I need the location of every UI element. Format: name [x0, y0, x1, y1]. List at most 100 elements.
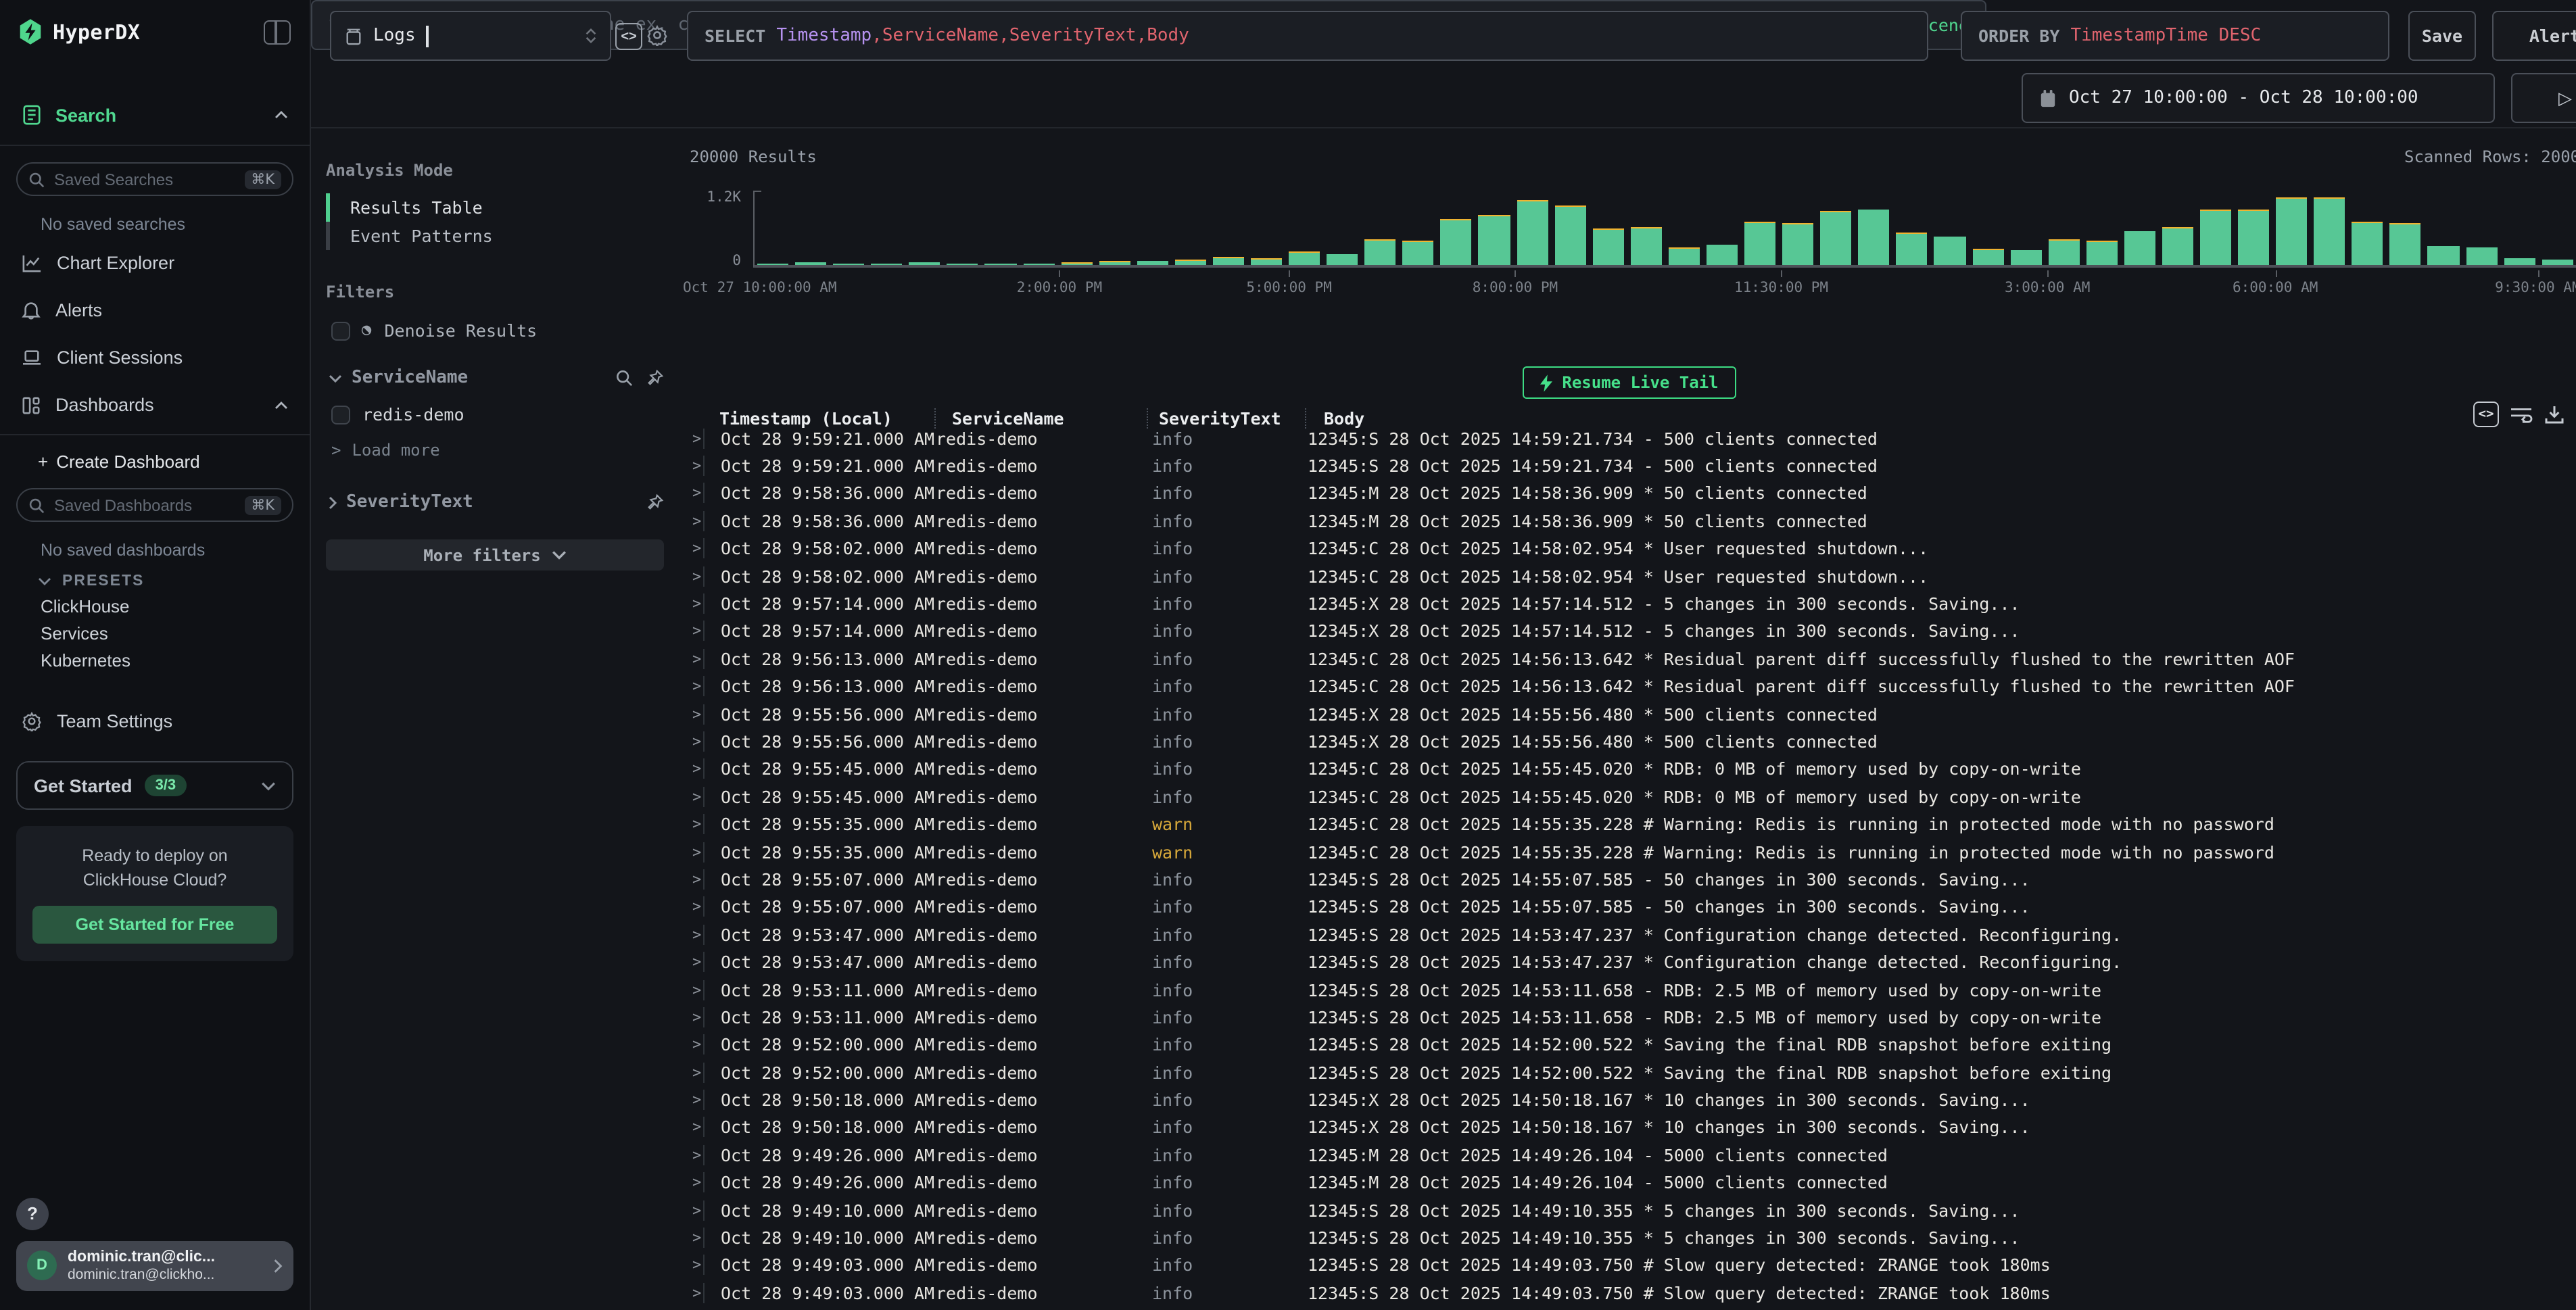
sidebar-item-search[interactable]: Search [0, 96, 310, 134]
histogram-bar[interactable] [1897, 191, 1928, 265]
row-expand-icon[interactable]: > [683, 457, 700, 475]
histogram-bar[interactable] [2200, 191, 2231, 265]
sidebar-item-alerts[interactable]: Alerts [0, 292, 310, 329]
table-row[interactable]: >Oct 28 9:52:00.000 AMredis-demoinfo1234… [683, 1031, 2576, 1059]
histogram-bar[interactable] [2542, 191, 2573, 265]
saved-dashboards-input[interactable]: Saved Dashboards ⌘K [16, 488, 293, 522]
table-row[interactable]: >Oct 28 9:53:11.000 AMredis-demoinfo1234… [683, 1003, 2576, 1031]
histogram-bar[interactable] [2124, 191, 2155, 265]
histogram-bar[interactable] [947, 191, 978, 265]
pin-icon[interactable] [646, 369, 664, 387]
histogram-bar[interactable] [2504, 191, 2535, 265]
histogram-bar[interactable] [2048, 191, 2079, 265]
row-expand-icon[interactable]: > [683, 898, 700, 916]
row-expand-icon[interactable]: > [683, 567, 700, 585]
histogram-bar[interactable] [1289, 191, 1320, 265]
pin-icon[interactable] [646, 493, 664, 511]
table-row[interactable]: >Oct 28 9:58:02.000 AMredis-demoinfo1234… [683, 562, 2576, 590]
source-select[interactable]: Logs [330, 11, 611, 61]
sidebar-item-client-sessions[interactable]: Client Sessions [0, 339, 310, 376]
table-row[interactable]: >Oct 28 9:58:36.000 AMredis-demoinfo1234… [683, 480, 2576, 508]
table-row[interactable]: >Oct 28 9:57:14.000 AMredis-demoinfo1234… [683, 617, 2576, 645]
histogram-bar[interactable] [909, 191, 940, 265]
row-expand-icon[interactable]: > [683, 1284, 700, 1302]
table-row[interactable]: >Oct 28 9:55:56.000 AMredis-demoinfo1234… [683, 728, 2576, 756]
histogram-bar[interactable] [1782, 191, 1813, 265]
table-row[interactable]: >Oct 28 9:59:21.000 AMredis-demoinfo1234… [683, 452, 2576, 480]
table-row[interactable]: >Oct 28 9:49:03.000 AMredis-demoinfo1234… [683, 1279, 2576, 1307]
histogram-bar[interactable] [1744, 191, 1775, 265]
row-expand-icon[interactable]: > [683, 953, 700, 971]
facet-search-icon[interactable] [615, 369, 633, 387]
sidebar-item-dashboards[interactable]: Dashboards [0, 387, 310, 423]
get-started-free-button[interactable]: Get Started for Free [32, 906, 277, 944]
table-row[interactable]: >Oct 28 9:58:02.000 AMredis-demoinfo1234… [683, 535, 2576, 562]
table-row[interactable]: >Oct 28 9:49:03.000 AMredis-demoinfo1234… [683, 1251, 2576, 1279]
histogram-bar[interactable] [2390, 191, 2421, 265]
histogram-bar[interactable] [2352, 191, 2383, 265]
facet-checkbox[interactable] [331, 405, 350, 424]
table-row[interactable]: >Oct 28 9:50:18.000 AMredis-demoinfo1234… [683, 1114, 2576, 1142]
histogram-bar[interactable] [2314, 191, 2345, 265]
histogram-bar[interactable] [757, 191, 788, 265]
histogram-bar[interactable] [2276, 191, 2307, 265]
table-row[interactable]: >Oct 28 9:49:26.000 AMredis-demoinfo1234… [683, 1169, 2576, 1196]
histogram-bar[interactable] [1631, 191, 1662, 265]
table-row[interactable]: >Oct 28 9:49:10.000 AMredis-demoinfo1234… [683, 1224, 2576, 1252]
histogram-bar[interactable] [2162, 191, 2193, 265]
row-expand-icon[interactable]: > [683, 1091, 700, 1109]
sidebar-collapse-icon[interactable] [264, 20, 291, 44]
preset-kubernetes[interactable]: Kubernetes [0, 644, 310, 671]
histogram-bar[interactable] [2238, 191, 2269, 265]
table-row[interactable]: >Oct 28 9:55:45.000 AMredis-demoinfo1234… [683, 783, 2576, 810]
histogram-bar[interactable] [833, 191, 864, 265]
table-row[interactable]: >Oct 28 9:56:13.000 AMredis-demoinfo1234… [683, 673, 2576, 700]
table-row[interactable]: >Oct 28 9:55:45.000 AMredis-demoinfo1234… [683, 755, 2576, 783]
histogram-bar[interactable] [1592, 191, 1623, 265]
wrap-lines-button[interactable] [2510, 404, 2533, 424]
table-row[interactable]: >Oct 28 9:53:47.000 AMredis-demoinfo1234… [683, 948, 2576, 976]
load-more-button[interactable]: > Load more [326, 441, 664, 460]
histogram-bar[interactable] [1327, 191, 1358, 265]
table-row[interactable]: >Oct 28 9:55:35.000 AMredis-demowarn1234… [683, 838, 2576, 866]
table-row[interactable]: >Oct 28 9:59:21.000 AMredis-demoinfo1234… [683, 424, 2576, 452]
preset-services[interactable]: Services [0, 616, 310, 644]
table-row[interactable]: >Oct 28 9:58:36.000 AMredis-demoinfo1234… [683, 507, 2576, 535]
denoise-results-option[interactable]: ◐ Denoise Results [326, 320, 664, 341]
row-expand-icon[interactable]: > [683, 733, 700, 750]
histogram-bar[interactable] [1099, 191, 1130, 265]
table-row[interactable]: >Oct 28 9:55:56.000 AMredis-demoinfo1234… [683, 700, 2576, 728]
histogram-bar[interactable] [795, 191, 826, 265]
help-button[interactable]: ? [16, 1197, 49, 1230]
user-menu[interactable]: D dominic.tran@clic... dominic.tran@clic… [16, 1240, 293, 1291]
sidebar-item-chart-explorer[interactable]: Chart Explorer [0, 245, 310, 281]
row-expand-icon[interactable]: > [683, 1036, 700, 1054]
download-button[interactable] [2544, 404, 2565, 425]
denoise-checkbox[interactable] [331, 321, 350, 340]
facet-group-severitytext[interactable]: SeverityText [326, 492, 664, 512]
row-expand-icon[interactable]: > [683, 925, 700, 943]
chevron-up-icon[interactable] [275, 401, 288, 409]
row-expand-icon[interactable]: > [683, 650, 700, 668]
table-row[interactable]: >Oct 28 9:55:07.000 AMredis-demoinfo1234… [683, 866, 2576, 894]
row-expand-icon[interactable]: > [683, 623, 700, 640]
histogram-bar[interactable] [1972, 191, 2003, 265]
row-expand-icon[interactable]: > [683, 595, 700, 612]
histogram-bar[interactable] [1669, 191, 1700, 265]
get-started-toggle[interactable]: Get Started 3/3 [16, 761, 293, 810]
row-expand-icon[interactable]: > [683, 1146, 700, 1164]
sidebar-item-team-settings[interactable]: Team Settings [0, 700, 310, 742]
row-expand-icon[interactable]: > [683, 981, 700, 998]
histogram-bar[interactable] [1859, 191, 1890, 265]
table-row[interactable]: >Oct 28 9:57:14.000 AMredis-demoinfo1234… [683, 590, 2576, 618]
row-expand-icon[interactable]: > [683, 1009, 700, 1026]
order-by-input[interactable]: ORDER BY TimestampTime DESC [1961, 11, 2389, 61]
table-row[interactable]: >Oct 28 9:56:13.000 AMredis-demoinfo1234… [683, 645, 2576, 673]
row-expand-icon[interactable]: > [683, 760, 700, 778]
facet-group-servicename[interactable]: ServiceName [326, 368, 664, 388]
histogram-bar[interactable] [2010, 191, 2041, 265]
histogram-bar[interactable] [985, 191, 1016, 265]
histogram-bar[interactable] [1023, 191, 1054, 265]
histogram-bar[interactable] [1175, 191, 1206, 265]
histogram-bar[interactable] [1213, 191, 1244, 265]
